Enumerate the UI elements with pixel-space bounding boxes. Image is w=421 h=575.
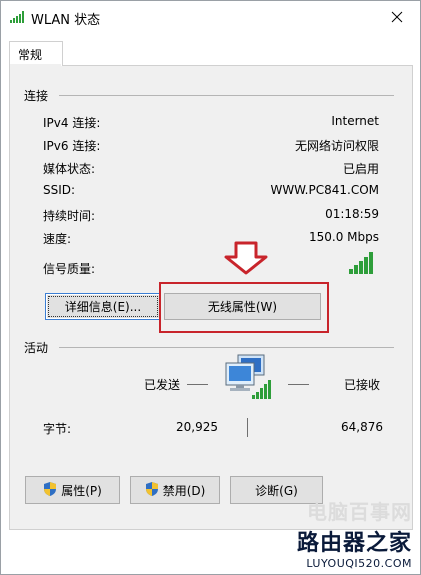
close-icon — [391, 11, 403, 23]
shield-icon — [43, 481, 57, 500]
tab-general[interactable]: 常规 — [9, 41, 63, 66]
received-line — [288, 384, 309, 385]
speed-value: 150.0 Mbps — [308, 230, 379, 244]
watermark-top: 电脑百事网 — [307, 500, 412, 524]
watermark-url: LUYOUQI520.COM — [306, 557, 412, 570]
bytes-label: 字节: — [43, 422, 72, 436]
close-button[interactable] — [374, 1, 420, 33]
ipv4-label: IPv4 连接: — [43, 116, 101, 130]
media-state-label: 媒体状态: — [43, 162, 96, 176]
details-button-label: 详细信息(E)... — [64, 300, 142, 314]
details-button[interactable]: 详细信息(E)... — [45, 293, 161, 320]
watermark-brand: 路由器之家 — [296, 531, 412, 556]
connection-heading: 连接 — [24, 89, 49, 103]
tab-general-label: 常规 — [18, 48, 43, 62]
ipv6-value: 无网络访问权限 — [294, 139, 379, 153]
properties-button[interactable]: 属性(P) — [25, 476, 120, 504]
ssid-value: WWW.PC841.COM — [270, 183, 379, 197]
window-title: WLAN 状态 — [31, 13, 101, 28]
disable-button[interactable]: 禁用(D) — [130, 476, 220, 504]
diagnose-button-label: 诊断(G) — [255, 483, 298, 498]
watermark: 电脑百事网 路由器之家 LUYOUQI520.COM — [297, 496, 412, 570]
wifi-signal-icon — [10, 11, 26, 26]
disable-button-label: 禁用(D) — [162, 483, 206, 498]
title-bar[interactable]: WLAN 状态 — [1, 1, 420, 34]
ssid-label: SSID: — [43, 183, 76, 197]
ipv4-value: Internet — [331, 114, 379, 128]
bytes-separator — [247, 418, 248, 437]
speed-label: 速度: — [43, 232, 72, 246]
activity-divider — [59, 347, 394, 348]
wlan-status-window: WLAN 状态 常规 连接 IPv4 连接: Internet IPv6 连接:… — [0, 0, 421, 575]
sent-line — [187, 384, 208, 385]
network-computer-icon — [224, 353, 272, 406]
duration-label: 持续时间: — [43, 209, 96, 223]
bytes-sent-value: 20,925 — [176, 420, 218, 434]
ipv6-label: IPv6 连接: — [43, 139, 101, 153]
duration-value: 01:18:59 — [325, 207, 379, 221]
received-label: 已接收 — [344, 378, 381, 392]
wireless-properties-button[interactable]: 无线属性(W) — [164, 293, 321, 320]
arrow-down-icon — [223, 241, 269, 278]
signal-quality-label: 信号质量: — [43, 262, 96, 276]
sent-label: 已发送 — [144, 378, 181, 392]
signal-strength-icon — [349, 252, 375, 277]
wireless-properties-label: 无线属性(W) — [207, 300, 278, 314]
media-state-value: 已启用 — [342, 162, 379, 176]
shield-icon — [145, 481, 159, 500]
bytes-received-value: 64,876 — [341, 420, 383, 434]
properties-button-label: 属性(P) — [61, 483, 102, 498]
activity-heading: 活动 — [24, 341, 49, 355]
connection-divider — [59, 95, 394, 96]
